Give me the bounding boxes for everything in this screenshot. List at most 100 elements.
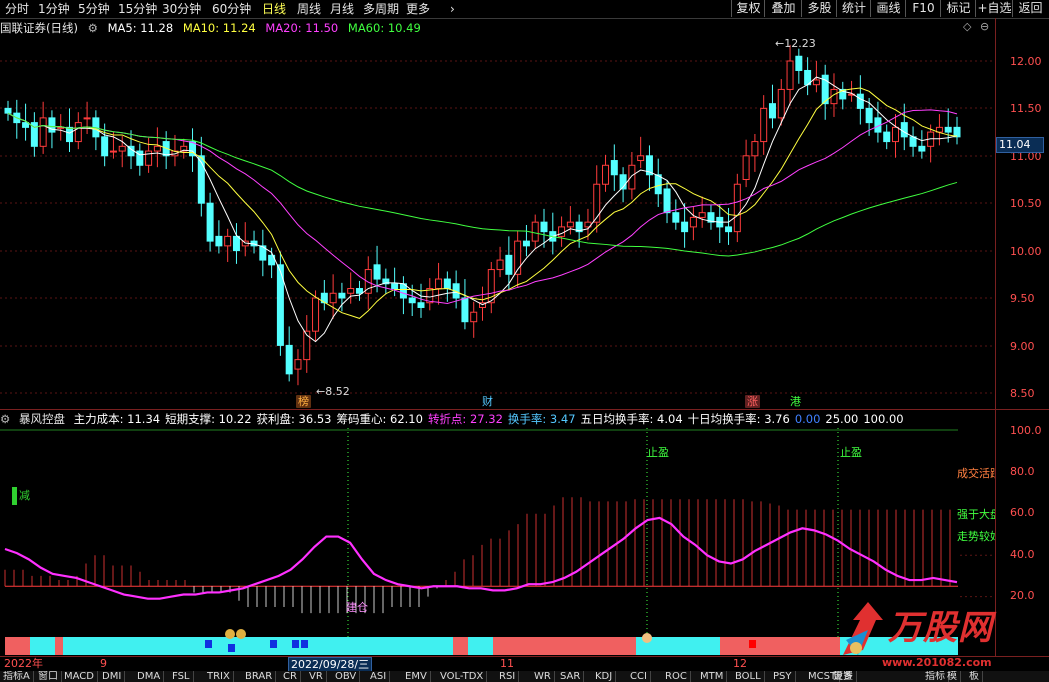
indicator-value-0: 主力成本: 11.34 [73,412,161,426]
indicator-tab-18[interactable]: CCI [627,671,651,682]
right-tab-1[interactable]: 模 [944,671,961,682]
candle-body [355,288,363,294]
high-price-label: ←12.23 [775,37,816,50]
candle-body [470,311,478,323]
candles-group [4,44,961,386]
period-tab-9[interactable]: 多周期 [363,1,399,17]
indicator-value-5: 换手率: 3.47 [507,412,576,426]
candle-body [672,212,680,223]
indicator-tab-19[interactable]: ROC [662,671,691,682]
collapse-icon[interactable]: ⊖ [980,20,989,33]
toolbar-button-0[interactable]: 复权 [731,0,765,17]
right-tab-2[interactable]: 板 [966,671,983,682]
strip-segment [55,637,63,655]
period-tab-4[interactable]: 30分钟 [162,1,201,17]
more-chevron-icon[interactable]: › [450,1,455,17]
indicator-tab-2[interactable]: MACD [61,671,98,682]
indicator-tab-5[interactable]: FSL [169,671,194,682]
toolbar-button-6[interactable]: 标记 [940,0,976,17]
status-strip [5,637,958,655]
indicator-tab-10[interactable]: OBV [332,671,361,682]
event-tag-gang[interactable]: 港 [788,395,803,408]
watermark-logo: 万股网 www.201082.com [838,600,1038,670]
indicator-tab-8[interactable]: CR [280,671,301,682]
indicator-tab-13[interactable]: VOL-TDX [437,671,488,682]
candle-body [681,221,689,233]
toolbar-button-7[interactable]: +自选 [975,0,1013,17]
period-tab-5[interactable]: 60分钟 [212,1,251,17]
indicator-tab-3[interactable]: DMI [99,671,126,682]
candle-body [443,278,451,290]
period-tab-1[interactable]: 1分钟 [38,1,70,17]
period-tab-3[interactable]: 15分钟 [118,1,157,17]
toolbar-button-4[interactable]: 画线 [870,0,906,17]
candle-body [593,183,601,223]
indicator-tab-7[interactable]: BRAR [242,671,277,682]
indicator-name[interactable]: 暴风控盘 [19,412,65,426]
candle-body [435,278,443,290]
indicator-settings-icon[interactable]: ⚙ [0,412,10,426]
indicator-tab-15[interactable]: WR [531,671,555,682]
event-tag-zhang[interactable]: 涨 [745,395,760,408]
indicator-tab-14[interactable]: RSI [496,671,520,682]
price-chart[interactable] [0,38,995,408]
indicator-tab-22[interactable]: PSY [770,671,796,682]
candle-body [900,122,908,138]
candle-body [391,283,399,290]
candle-body [953,126,961,138]
toolbar-button-1[interactable]: 叠加 [764,0,802,17]
indicator-tab-12[interactable]: EMV [402,671,431,682]
indicator-tab-0[interactable]: 指标A [0,671,34,682]
toolbar-button-3[interactable]: 统计 [836,0,871,17]
toolbar-button-5[interactable]: F10 [905,0,941,17]
toolbar-button-2[interactable]: 多股 [801,0,837,17]
indicator-tab-20[interactable]: MTM [697,671,728,682]
strip-segment [63,637,453,655]
side-label-strong: 强于大盘 [957,508,995,521]
candle-body [654,174,662,195]
indicator-tab-25[interactable]: 设置 [830,671,857,682]
indicator-value-6: 五日均换手率: 4.04 [580,412,683,426]
indicator-tab-16[interactable]: SAR [557,671,585,682]
date-label-sep: 9 [100,657,107,670]
candle-body [285,344,293,375]
candle-body [206,202,214,242]
period-tab-6[interactable]: 日线 [262,1,286,17]
candle-body [522,240,530,247]
diamond-icon[interactable]: ◇ [963,20,971,33]
indicator-tab-17[interactable]: KDJ [592,671,617,682]
candle-body [66,126,74,143]
toolbar-button-8[interactable]: 返回 [1012,0,1048,17]
indicator-tab-9[interactable]: VR [306,671,327,682]
event-tag-bang[interactable]: 榜 [296,395,311,408]
indicator-tab-21[interactable]: BOLL [732,671,765,682]
stock-title: 国联证券(日线) [0,21,78,35]
candle-body [329,292,337,304]
candle-body [637,155,645,162]
indicator-tab-6[interactable]: TRIX [204,671,234,682]
candle-body [760,107,768,143]
indicator-tab-11[interactable]: ASI [367,671,391,682]
period-tab-2[interactable]: 5分钟 [78,1,110,17]
candle-body [118,145,126,152]
ma10-value: MA10: 11.24 [182,21,256,35]
candle-body [531,221,539,242]
moneybag-icon [225,629,235,639]
indicator-value-10: 100.00 [863,412,904,426]
date-label-nov: 11 [500,657,514,670]
indicator-value-3: 筹码重心: 62.10 [336,412,423,426]
candle-body [496,259,504,271]
indicator-tab-1[interactable]: 窗口 [35,671,62,682]
period-tab-0[interactable]: 分时 [5,1,29,17]
ma-header: 国联证券(日线) ⚙ MA5: 11.28 MA10: 11.24 MA20: … [0,20,427,36]
price-tick-6: 9.00 [1010,340,1035,353]
candle-body [733,183,741,233]
event-tag-cai[interactable]: 财 [480,395,495,408]
period-tab-10[interactable]: 更多 [406,1,430,17]
indicator-tick-2: 60.0 [1010,506,1035,519]
settings-icon[interactable]: ⚙ [88,21,98,35]
indicator-tick-0: 100.0 [1010,424,1042,437]
period-tab-8[interactable]: 月线 [330,1,354,17]
period-tab-7[interactable]: 周线 [297,1,321,17]
indicator-tab-4[interactable]: DMA [134,671,165,682]
